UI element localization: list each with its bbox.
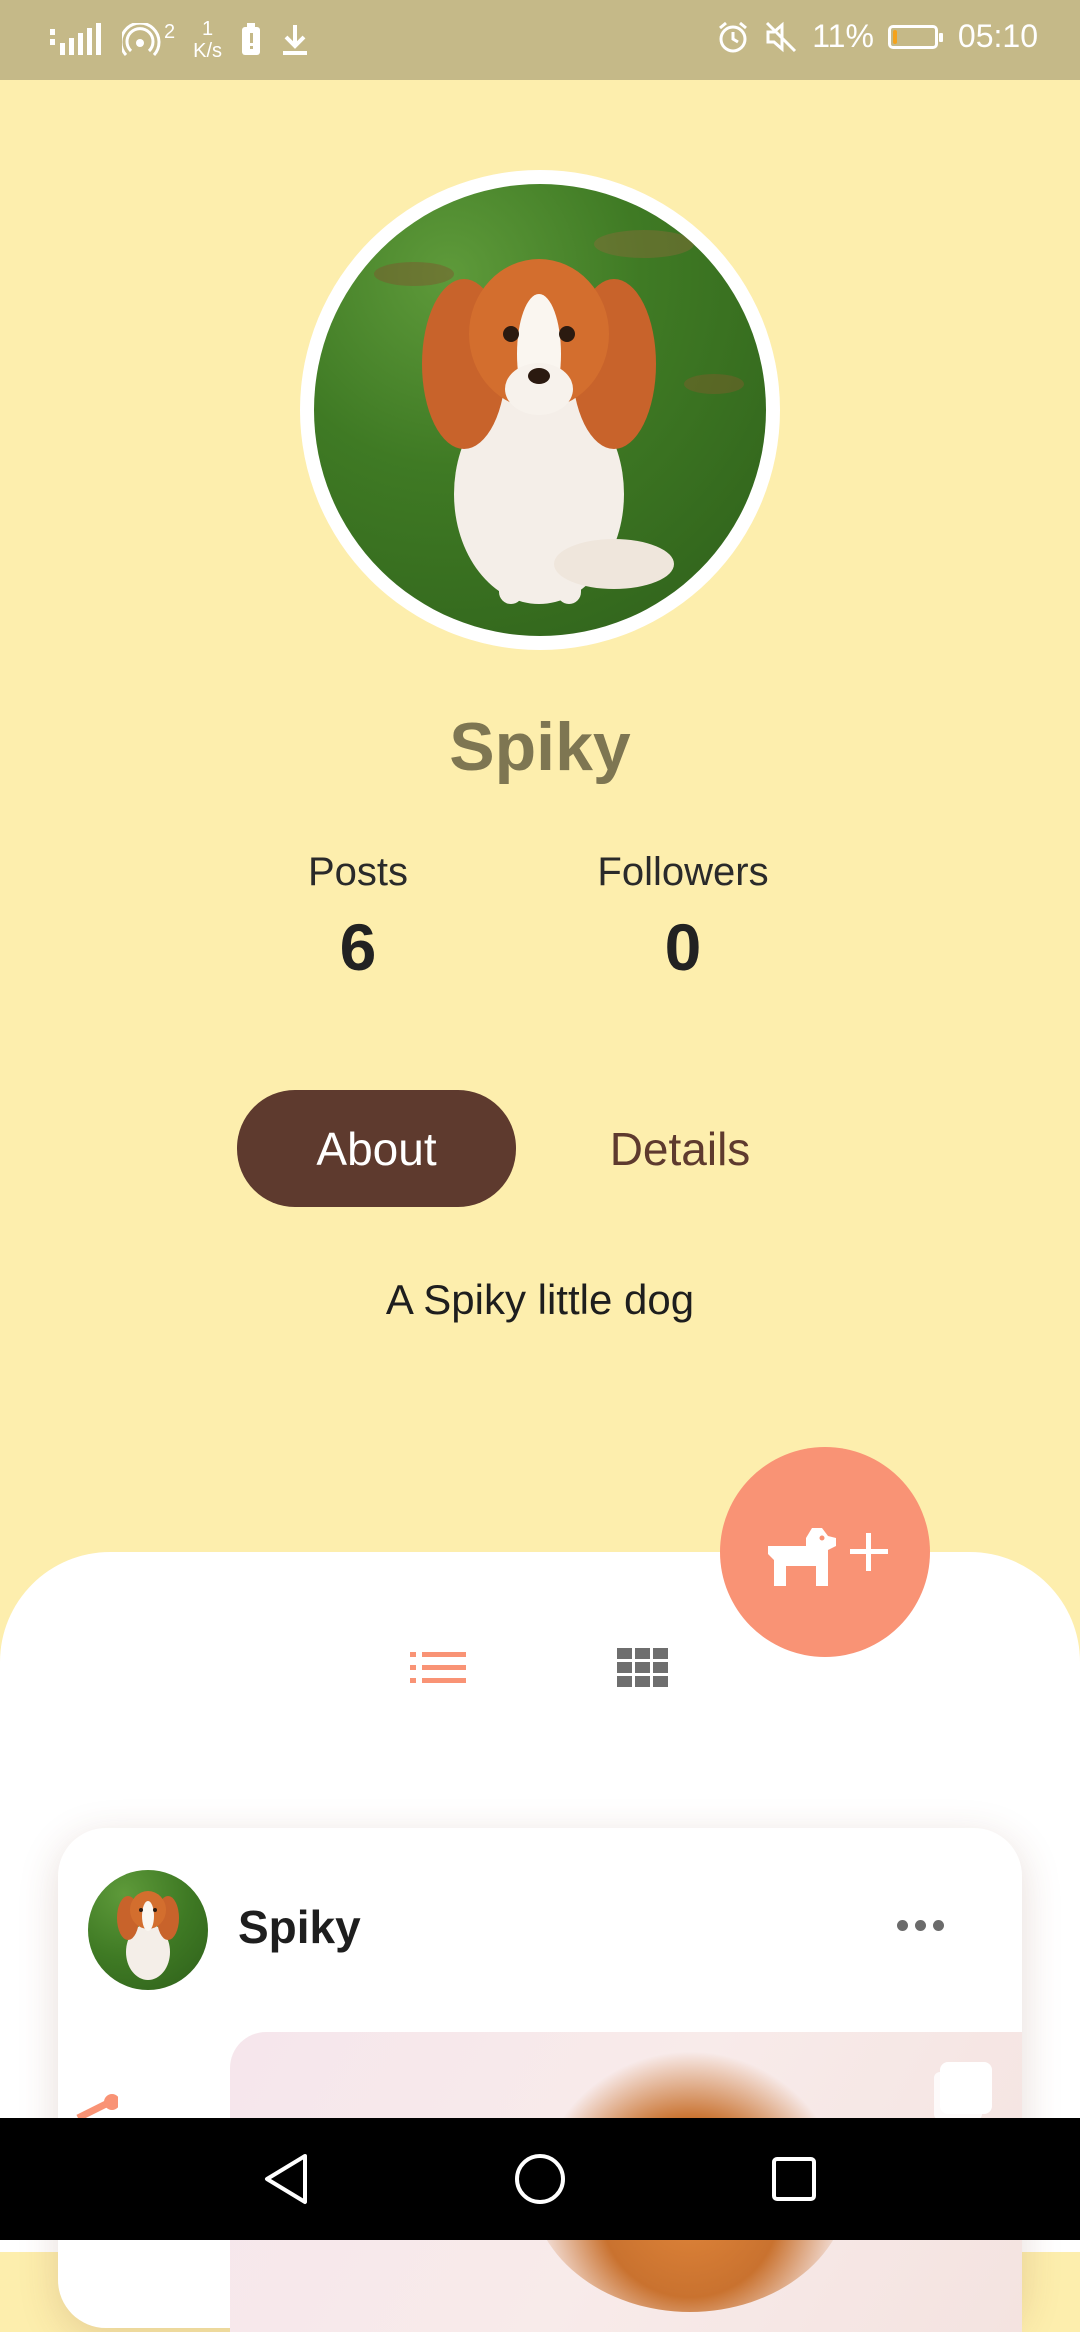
battery-percent: 11% xyxy=(812,18,874,54)
battery-level-fill xyxy=(892,29,897,44)
speed-unit: K/s xyxy=(193,40,223,62)
share-icon[interactable] xyxy=(58,2082,118,2122)
system-nav-bar xyxy=(0,2118,1080,2240)
status-bar: 2 1 K/s 11% 05:10 xyxy=(0,0,1080,80)
download-icon xyxy=(283,25,308,55)
posts-stat[interactable]: Posts 6 xyxy=(208,850,508,985)
speed-value: 1 xyxy=(202,18,214,40)
alarm-icon xyxy=(719,21,748,52)
status-left: 2 1 K/s xyxy=(48,18,310,62)
network-speed: 1 K/s xyxy=(193,18,222,62)
profile-bio: A Spiky little dog xyxy=(385,1276,695,1323)
home-icon[interactable] xyxy=(513,2152,567,2206)
posts-label: Posts xyxy=(307,850,409,894)
dog-illustration xyxy=(374,230,744,604)
list-view-icon[interactable] xyxy=(410,1648,466,1688)
back-icon[interactable] xyxy=(261,2152,311,2206)
tab-about[interactable]: About xyxy=(237,1090,516,1207)
add-pet-button[interactable] xyxy=(720,1447,930,1657)
more-options-icon[interactable] xyxy=(897,1920,944,1931)
followers-label: Followers xyxy=(597,850,769,894)
followers-stat[interactable]: Followers 0 xyxy=(533,850,833,985)
dog-photo xyxy=(314,184,766,636)
dog-thumbnail xyxy=(117,1891,179,1980)
plus-icon xyxy=(850,1533,888,1571)
multiple-images-icon xyxy=(940,2062,992,2114)
profile-avatar[interactable] xyxy=(300,170,780,650)
hotspot-icon xyxy=(122,23,161,57)
profile-name: Spiky xyxy=(449,709,631,785)
hotspot-count: 2 xyxy=(164,20,176,43)
grid-view-icon[interactable] xyxy=(617,1648,669,1688)
battery-icon xyxy=(887,24,943,49)
posts-count: 6 xyxy=(339,910,377,984)
post-card[interactable]: Spiky xyxy=(58,1828,1022,2332)
post-author-name[interactable]: Spiky xyxy=(238,1900,361,1954)
signal-icon xyxy=(50,23,101,55)
tab-details[interactable]: Details xyxy=(560,1090,800,1207)
status-right: 11% 05:10 xyxy=(716,18,1038,55)
dog-icon xyxy=(768,1528,836,1586)
battery-saver-icon xyxy=(242,23,261,55)
clock: 05:10 xyxy=(957,18,1038,54)
mute-icon xyxy=(766,21,797,52)
followers-count: 0 xyxy=(664,910,702,984)
post-author-avatar[interactable] xyxy=(88,1870,208,1990)
recents-icon[interactable] xyxy=(769,2154,819,2204)
